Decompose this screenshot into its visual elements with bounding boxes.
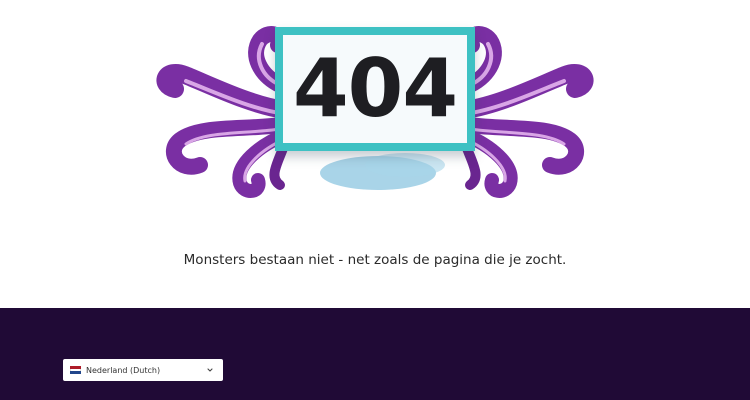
page: 404 Monsters bestaan niet - net zoals de… (0, 0, 750, 400)
language-selector[interactable]: Nederland (Dutch) (63, 359, 223, 381)
language-selector-label: Nederland (Dutch) (86, 365, 161, 375)
chevron-down-icon (207, 368, 213, 372)
netherlands-flag-icon (70, 366, 81, 375)
footer: Nederland (Dutch) (0, 308, 750, 400)
error-code-sign: 404 (275, 27, 475, 151)
left-tentacles (156, 26, 294, 198)
octopus-illustration: 404 (150, 15, 600, 205)
error-hero: 404 Monsters bestaan niet - net zoals de… (0, 0, 750, 308)
error-message: Monsters bestaan niet - net zoals de pag… (183, 251, 567, 268)
right-tentacles (456, 26, 594, 198)
error-code: 404 (293, 42, 458, 135)
